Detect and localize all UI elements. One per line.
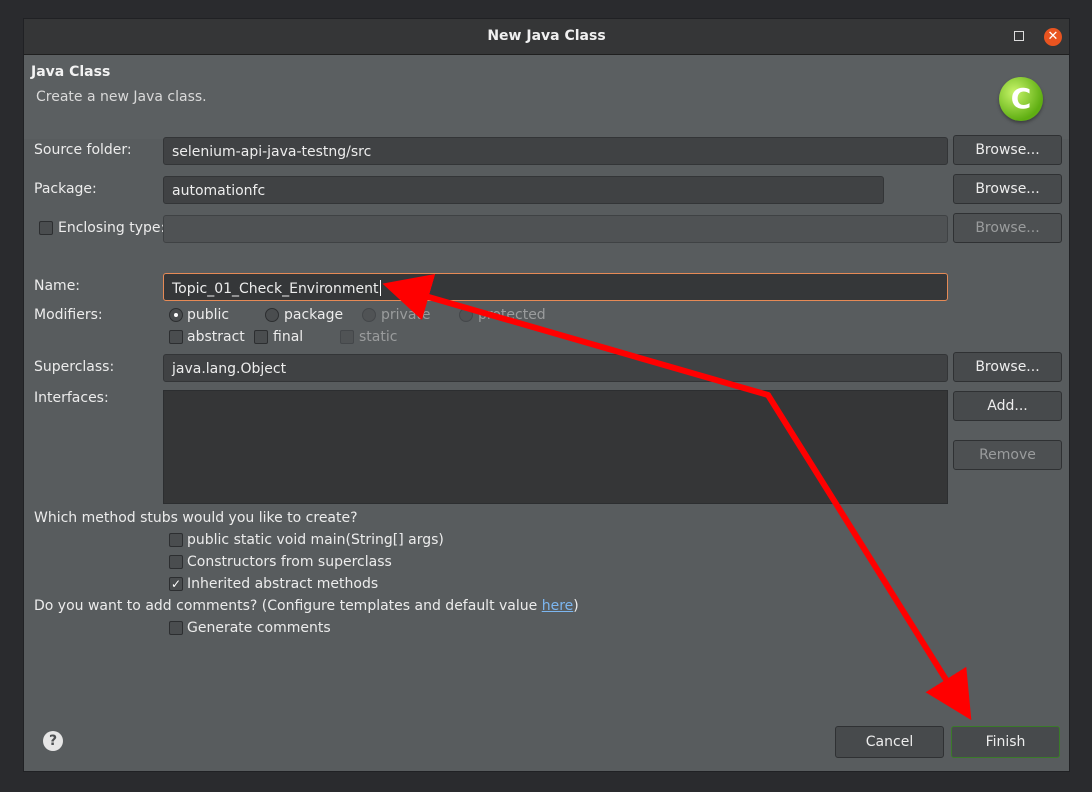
java-class-wizard-icon: C xyxy=(999,77,1043,121)
modifier-package-label: package xyxy=(284,307,344,323)
modifier-public-radio[interactable] xyxy=(169,308,183,322)
stub-constructors-label: Constructors from superclass xyxy=(187,554,392,570)
generate-comments-label: Generate comments xyxy=(187,620,331,636)
name-input[interactable]: Topic_01_Check_Environment xyxy=(163,273,948,301)
modifier-static-checkbox[interactable] xyxy=(340,330,354,344)
modifier-package-radio[interactable] xyxy=(265,308,279,322)
interfaces-label: Interfaces: xyxy=(34,390,109,406)
modifier-final-checkbox[interactable] xyxy=(254,330,268,344)
wizard-title: Java Class xyxy=(31,64,111,80)
enclosing-type-label: Enclosing type: xyxy=(58,220,166,236)
window-title: New Java Class xyxy=(487,28,606,44)
stub-main-checkbox[interactable] xyxy=(169,533,183,547)
modifier-protected-label: protected xyxy=(478,307,546,323)
stub-inherited-label: Inherited abstract methods xyxy=(187,576,379,592)
modifier-abstract-label: abstract xyxy=(187,329,245,345)
method-stubs-question: Which method stubs would you like to cre… xyxy=(34,510,358,526)
text-caret xyxy=(379,280,381,296)
comments-question: Do you want to add comments? (Configure … xyxy=(34,598,579,614)
wizard-description: Create a new Java class. xyxy=(36,89,207,105)
enclosing-type-input[interactable] xyxy=(163,215,948,243)
modifier-protected-radio[interactable] xyxy=(459,308,473,322)
new-java-class-dialog: New Java Class ✕ Java Class Create a new… xyxy=(23,18,1070,772)
modifier-abstract-checkbox[interactable] xyxy=(169,330,183,344)
maximize-icon[interactable] xyxy=(1014,31,1024,41)
modifier-private-label: private xyxy=(381,307,431,323)
generate-comments-checkbox[interactable] xyxy=(169,621,183,635)
modifier-static-label: static xyxy=(359,329,398,345)
wizard-header: Java Class Create a new Java class. C xyxy=(24,55,1069,139)
stub-main-label: public static void main(String[] args) xyxy=(187,532,444,548)
comments-question-end: ) xyxy=(573,598,579,614)
superclass-label: Superclass: xyxy=(34,359,115,375)
name-input-value: Topic_01_Check_Environment xyxy=(172,281,379,297)
configure-templates-link[interactable]: here xyxy=(542,598,574,614)
superclass-browse-button[interactable]: Browse... xyxy=(953,352,1062,382)
close-icon[interactable]: ✕ xyxy=(1044,28,1062,46)
cancel-button[interactable]: Cancel xyxy=(835,726,944,758)
comments-question-text: Do you want to add comments? (Configure … xyxy=(34,598,542,614)
superclass-input[interactable]: java.lang.Object xyxy=(163,354,948,382)
interfaces-list[interactable] xyxy=(163,390,948,504)
enclosing-type-browse-button[interactable]: Browse... xyxy=(953,213,1062,243)
title-bar[interactable]: New Java Class ✕ xyxy=(24,19,1069,55)
source-folder-input[interactable]: selenium-api-java-testng/src xyxy=(163,137,948,165)
modifier-private-radio[interactable] xyxy=(362,308,376,322)
finish-button[interactable]: Finish xyxy=(951,726,1060,758)
source-folder-label: Source folder: xyxy=(34,142,132,158)
add-interface-button[interactable]: Add... xyxy=(953,391,1062,421)
modifier-final-label: final xyxy=(273,329,304,345)
remove-interface-button[interactable]: Remove xyxy=(953,440,1062,470)
modifiers-label: Modifiers: xyxy=(34,307,103,323)
package-label: Package: xyxy=(34,181,97,197)
enclosing-type-checkbox[interactable] xyxy=(39,221,53,235)
help-icon[interactable]: ? xyxy=(43,731,63,751)
stub-constructors-checkbox[interactable] xyxy=(169,555,183,569)
stub-inherited-checkbox[interactable]: ✓ xyxy=(169,577,183,591)
source-folder-browse-button[interactable]: Browse... xyxy=(953,135,1062,165)
package-browse-button[interactable]: Browse... xyxy=(953,174,1062,204)
modifier-public-label: public xyxy=(187,307,230,323)
name-label: Name: xyxy=(34,278,81,294)
package-input[interactable]: automationfc xyxy=(163,176,884,204)
